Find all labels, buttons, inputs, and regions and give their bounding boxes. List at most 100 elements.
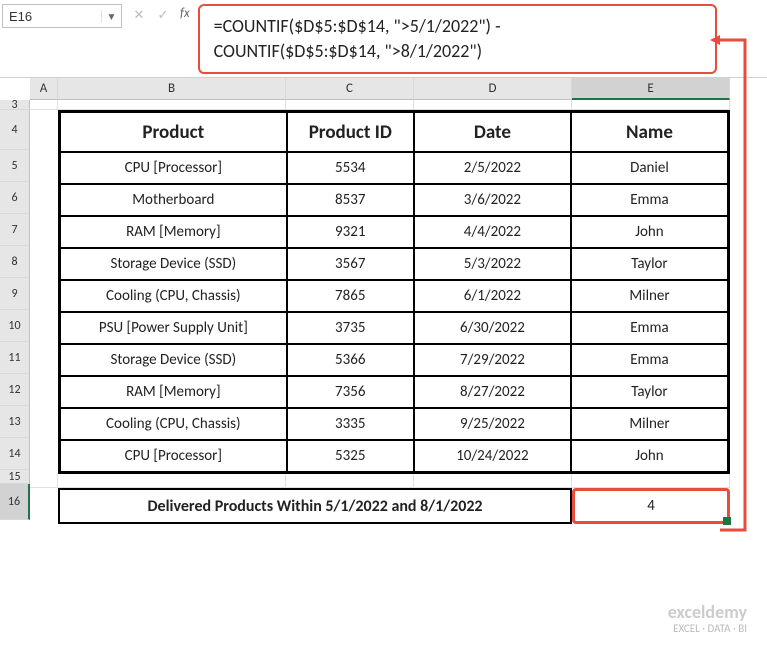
cell-product-id[interactable]: 5325: [287, 440, 414, 472]
cell-d15[interactable]: [414, 474, 572, 488]
cell-product-id[interactable]: 5366: [287, 344, 414, 376]
cell-name[interactable]: Milner: [571, 408, 728, 440]
cell-name[interactable]: Milner: [571, 280, 728, 312]
cell-date[interactable]: 5/3/2022: [414, 248, 571, 280]
cell-b15[interactable]: [58, 474, 286, 488]
col-head-d[interactable]: D: [414, 78, 572, 100]
cell-date[interactable]: 10/24/2022: [414, 440, 571, 472]
cell-product-id[interactable]: 3567: [287, 248, 414, 280]
cell-product[interactable]: Cooling (CPU, Chassis): [60, 408, 287, 440]
table-header-row: Product Product ID Date Name: [60, 112, 728, 152]
cell-name[interactable]: Daniel: [571, 152, 728, 184]
cell-e15[interactable]: [572, 474, 730, 488]
cell-product[interactable]: Storage Device (SSD): [60, 248, 287, 280]
row-head-13[interactable]: 13: [0, 406, 30, 438]
cell-product-id[interactable]: 7865: [287, 280, 414, 312]
row-head-7[interactable]: 7: [0, 214, 30, 246]
col-head-a[interactable]: A: [30, 78, 58, 100]
cell-product[interactable]: Motherboard: [60, 184, 287, 216]
cell-name[interactable]: Emma: [571, 344, 728, 376]
name-box-wrap: ▼: [2, 4, 122, 28]
enter-icon[interactable]: ✓: [152, 4, 174, 26]
row-head-14[interactable]: 14: [0, 438, 30, 470]
column-headers: A B C D E: [30, 78, 767, 100]
spreadsheet: A B C D E 3 4 5 6 7 8 9 10 11 12 13 14 1…: [0, 78, 767, 524]
formula-bar-buttons: ✕ ✓: [128, 4, 174, 26]
row-head-10[interactable]: 10: [0, 310, 30, 342]
table-row: CPU [Processor]55342/5/2022Daniel: [60, 152, 728, 184]
col-head-e[interactable]: E: [572, 78, 730, 100]
cell-product[interactable]: PSU [Power Supply Unit]: [60, 312, 287, 344]
cell-name[interactable]: Emma: [571, 184, 728, 216]
cell-product-id[interactable]: 5534: [287, 152, 414, 184]
cell-product-id[interactable]: 8537: [287, 184, 414, 216]
name-box[interactable]: [3, 7, 101, 26]
header-name[interactable]: Name: [571, 112, 728, 152]
cell-date[interactable]: 6/30/2022: [414, 312, 571, 344]
row-head-16[interactable]: 16: [0, 484, 30, 520]
cell-c15[interactable]: [286, 474, 414, 488]
cell-product-id[interactable]: 3735: [287, 312, 414, 344]
table-row: RAM [Memory]93214/4/2022John: [60, 216, 728, 248]
col-head-c[interactable]: C: [286, 78, 414, 100]
row-15: [30, 474, 767, 488]
formula-bar[interactable]: =COUNTIF($D$5:$D$14, ">5/1/2022") - COUN…: [198, 4, 717, 74]
row-headers: 3 4 5 6 7 8 9 10 11 12 13 14 15 16: [0, 100, 30, 520]
row-head-15[interactable]: 15: [0, 470, 30, 484]
footer-label[interactable]: Delivered Products Within 5/1/2022 and 8…: [58, 488, 572, 524]
cell-product[interactable]: RAM [Memory]: [60, 216, 287, 248]
name-box-dropdown[interactable]: ▼: [101, 10, 121, 23]
cancel-icon[interactable]: ✕: [128, 4, 150, 26]
cell-e3[interactable]: [572, 100, 730, 110]
row-head-11[interactable]: 11: [0, 342, 30, 374]
table-row: Storage Device (SSD)53667/29/2022Emma: [60, 344, 728, 376]
cell-name[interactable]: John: [571, 216, 728, 248]
cell-date[interactable]: 2/5/2022: [414, 152, 571, 184]
cell-date[interactable]: 8/27/2022: [414, 376, 571, 408]
table-row: Cooling (CPU, Chassis)33359/25/2022Milne…: [60, 408, 728, 440]
cell-name[interactable]: Taylor: [571, 248, 728, 280]
cell-name[interactable]: John: [571, 440, 728, 472]
cell-b3[interactable]: [58, 100, 286, 110]
row-3: [30, 100, 767, 110]
watermark: exceldemy EXCEL · DATA · BI: [668, 603, 747, 635]
cell-date[interactable]: 7/29/2022: [414, 344, 571, 376]
row-head-12[interactable]: 12: [0, 374, 30, 406]
cell-a3[interactable]: [30, 100, 58, 110]
cell-a15[interactable]: [30, 474, 58, 488]
cell-date[interactable]: 9/25/2022: [414, 408, 571, 440]
cell-c3[interactable]: [286, 100, 414, 110]
col-head-b[interactable]: B: [58, 78, 286, 100]
row-head-6[interactable]: 6: [0, 182, 30, 214]
cell-date[interactable]: 3/6/2022: [414, 184, 571, 216]
table-row: CPU [Processor]532510/24/2022John: [60, 440, 728, 472]
watermark-tag: EXCEL · DATA · BI: [668, 623, 747, 635]
cell-name[interactable]: Taylor: [571, 376, 728, 408]
table-row: PSU [Power Supply Unit]37356/30/2022Emma: [60, 312, 728, 344]
cell-product[interactable]: RAM [Memory]: [60, 376, 287, 408]
cell-product-id[interactable]: 7356: [287, 376, 414, 408]
row-head-4[interactable]: 4: [0, 110, 30, 150]
cell-product[interactable]: CPU [Processor]: [60, 152, 287, 184]
cell-product[interactable]: Storage Device (SSD): [60, 344, 287, 376]
result-cell[interactable]: 4: [572, 488, 730, 524]
row-head-9[interactable]: 9: [0, 278, 30, 310]
fx-icon[interactable]: fx: [180, 6, 190, 21]
formula-text-line2: COUNTIF($D$5:$D$14, ">8/1/2022"): [214, 40, 482, 62]
row-head-8[interactable]: 8: [0, 246, 30, 278]
cell-date[interactable]: 6/1/2022: [414, 280, 571, 312]
cell-name[interactable]: Emma: [571, 312, 728, 344]
cell-product-id[interactable]: 3335: [287, 408, 414, 440]
header-product[interactable]: Product: [60, 112, 287, 152]
row-head-5[interactable]: 5: [0, 150, 30, 182]
cell-product[interactable]: Cooling (CPU, Chassis): [60, 280, 287, 312]
cell-product-id[interactable]: 9321: [287, 216, 414, 248]
header-product-id[interactable]: Product ID: [287, 112, 414, 152]
cell-d3[interactable]: [414, 100, 572, 110]
cell-date[interactable]: 4/4/2022: [414, 216, 571, 248]
table-row: Storage Device (SSD)35675/3/2022Taylor: [60, 248, 728, 280]
header-date[interactable]: Date: [414, 112, 571, 152]
footer-row: Delivered Products Within 5/1/2022 and 8…: [58, 488, 767, 524]
row-head-3[interactable]: 3: [0, 100, 30, 110]
cell-product[interactable]: CPU [Processor]: [60, 440, 287, 472]
